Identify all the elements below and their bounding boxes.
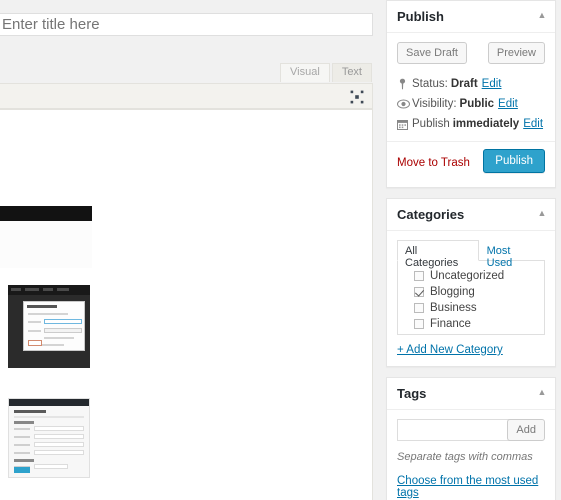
tab-visual[interactable]: Visual (280, 63, 330, 82)
checkbox-blogging[interactable] (414, 287, 424, 297)
chevron-up-icon[interactable]: ▲ (537, 10, 547, 20)
categories-panel: Categories ▲ All Categories Most Used Un… (386, 198, 556, 367)
publish-panel: Publish ▲ Save Draft Preview Status: Dra… (386, 0, 556, 188)
list-item[interactable]: Finance (406, 316, 536, 332)
category-label: Business (430, 302, 477, 314)
checkbox-uncategorized[interactable] (414, 271, 424, 281)
post-paragraph-line: n your fingers and (0, 130, 126, 148)
chevron-up-icon[interactable]: ▲ (537, 208, 547, 218)
publish-panel-title: Publish (397, 9, 444, 24)
post-visibility-row: Visibility: Public Edit (397, 94, 545, 114)
tag-hint-text: Separate tags with commas (397, 451, 533, 463)
post-visibility-value: Public (459, 98, 495, 110)
post-status-label: Status: (412, 78, 448, 90)
list-item[interactable]: Business (406, 300, 536, 316)
category-label: Blogging (430, 286, 475, 298)
embedded-screenshot-insert-link-modal (8, 285, 90, 368)
tag-input[interactable] (397, 419, 513, 441)
distraction-free-writing-icon[interactable] (348, 88, 366, 106)
category-label: Finance (430, 318, 471, 330)
categories-panel-title: Categories (397, 207, 465, 222)
preview-button[interactable]: Preview (487, 42, 545, 64)
eye-icon (397, 99, 412, 109)
post-schedule-label: Publish (412, 118, 450, 130)
publish-button[interactable]: Publish (483, 149, 545, 173)
wordpress-post-editor: Visual Text e the typography of (0, 0, 561, 500)
pin-icon (397, 78, 412, 90)
post-editor-sidebar: Publish ▲ Save Draft Preview Status: Dra… (386, 0, 556, 500)
post-paragraph-line: people every day. (0, 166, 126, 184)
tags-panel-header[interactable]: Tags ▲ (387, 378, 555, 410)
post-paragraph-line: ging tool in the (0, 148, 126, 166)
list-item[interactable]: Uncategorized (406, 268, 536, 284)
list-item[interactable]: Blogging (406, 284, 536, 300)
publish-panel-header[interactable]: Publish ▲ (387, 1, 555, 33)
post-status-row: Status: Draft Edit (397, 74, 545, 94)
chevron-up-icon[interactable]: ▲ (537, 387, 547, 397)
choose-most-used-tags-link[interactable]: Choose from the most used tags (397, 475, 545, 499)
save-draft-button[interactable]: Save Draft (397, 42, 467, 64)
publish-footer: Move to Trash Publish (387, 141, 555, 177)
screenshot-page-body (0, 221, 92, 268)
checkbox-business[interactable] (414, 303, 424, 313)
tab-most-used[interactable]: Most Used (479, 240, 545, 269)
post-schedule-row: Publish immediately Edit (397, 114, 545, 134)
tags-panel-body: Add Separate tags with commas Choose fro… (387, 410, 555, 500)
calendar-icon (397, 119, 412, 130)
tags-panel: Tags ▲ Add Separate tags with commas Cho… (386, 377, 556, 500)
category-label: Uncategorized (430, 270, 505, 282)
embedded-screenshot-cache-bar: G Cache Delete Cache (0, 206, 92, 268)
categories-tabs: All Categories Most Used (397, 240, 545, 269)
tags-panel-title: Tags (397, 386, 427, 401)
edit-status-link[interactable]: Edit (482, 77, 502, 91)
categories-panel-body: All Categories Most Used Uncategorized B… (387, 231, 555, 366)
post-status-value: Draft (450, 78, 478, 90)
post-content-editor: Visual Text e the typography of (0, 63, 373, 500)
embedded-screenshot-settings-page (8, 398, 90, 478)
screenshot-admin-bar: G Cache Delete Cache (0, 206, 92, 221)
post-paragraph-line: e the typography of (0, 112, 126, 130)
post-schedule-value: immediately (452, 118, 520, 130)
post-title-input[interactable] (0, 13, 373, 36)
post-editor-main-column: Visual Text e the typography of (0, 0, 373, 500)
publish-panel-body: Save Draft Preview Status: Draft Edit Vi… (387, 33, 555, 187)
tab-all-categories[interactable]: All Categories (397, 240, 479, 269)
add-new-category-link[interactable]: + Add New Category (397, 344, 503, 356)
post-visibility-label: Visibility: (412, 98, 457, 110)
edit-visibility-link[interactable]: Edit (498, 97, 518, 111)
editor-mode-tabs: Visual Text (278, 63, 372, 82)
editor-content-area[interactable]: e the typography of n your fingers and g… (0, 109, 373, 500)
move-to-trash-link[interactable]: Move to Trash (397, 157, 470, 169)
publish-actions-row: Save Draft Preview (397, 42, 545, 66)
checkbox-finance[interactable] (414, 319, 424, 329)
tag-entry-row: Add (397, 419, 545, 443)
categories-panel-header[interactable]: Categories ▲ (387, 199, 555, 231)
tab-text[interactable]: Text (331, 63, 372, 82)
edit-schedule-link[interactable]: Edit (523, 117, 543, 131)
categories-checklist: Uncategorized Blogging Business Finance (397, 261, 545, 335)
editor-toolbar (0, 83, 373, 109)
add-tag-button[interactable]: Add (507, 419, 545, 441)
post-body-text: e the typography of n your fingers and g… (0, 112, 126, 184)
